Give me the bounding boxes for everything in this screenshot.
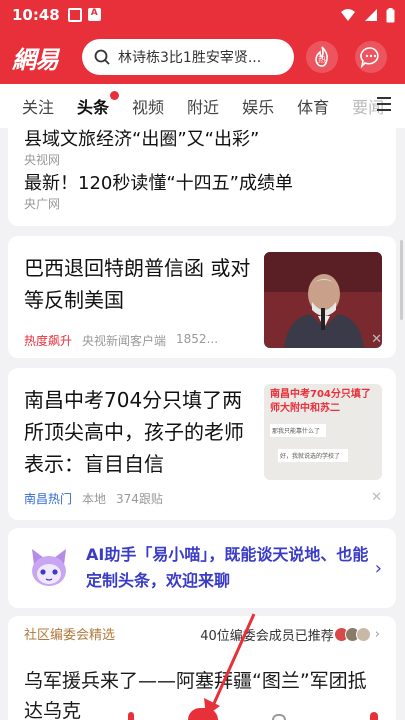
- search-icon: [94, 49, 110, 65]
- news-meta: 热度飙升 央视新闻客户端 1852...: [24, 332, 218, 349]
- news-thumbnail: [264, 252, 382, 348]
- news-count: 1852...: [176, 332, 219, 346]
- notification-icons: A: [67, 8, 101, 22]
- news-meta: 南昌热门 本地 374跟贴: [24, 490, 163, 507]
- tab-follow[interactable]: 关注: [22, 94, 54, 118]
- channel-tabs: 关注 头条 视频 附近 娱乐 体育 要闻: [0, 84, 405, 128]
- top-news-title-2[interactable]: 最新！120秒读懂“十四五”成绩单: [24, 172, 380, 196]
- netease-logo[interactable]: 網易: [12, 40, 76, 75]
- battery-icon: [386, 7, 395, 22]
- nav-profile-icon[interactable]: [272, 714, 286, 720]
- tab-entertainment[interactable]: 娱乐: [242, 94, 274, 118]
- top-news-title-1[interactable]: 县域文旅经济“出圈”又“出彩”: [24, 128, 380, 152]
- top-news-card: 县域文旅经济“出圈”又“出彩” 央视网 最新！120秒读懂“十四五”成绩单 央广…: [8, 124, 396, 226]
- app-header: 網易 林诗栋3比1胜安宰贤... 热: [0, 30, 405, 84]
- tab-nearby[interactable]: 附近: [187, 94, 219, 118]
- channel-menu-icon[interactable]: [377, 97, 391, 115]
- ai-assistant-card[interactable]: AI助手「易小喵」，既能谈天说地、也能定制头条，欢迎来聊 ›: [8, 528, 396, 608]
- news-card-nanchang[interactable]: 南昌中考704分只填了两所顶尖高中，孩子的老师表示：盲目自信 南昌中考704分只…: [8, 368, 396, 520]
- thumb-line-1: 南昌中考704分只填了: [270, 389, 371, 400]
- search-bar[interactable]: 林诗栋3比1胜安宰贤...: [82, 39, 294, 75]
- top-news-source-1: 央视网: [24, 153, 61, 167]
- news-follows: 374跟贴: [116, 492, 163, 506]
- community-label: 社区编委会精选: [24, 628, 116, 643]
- search-hint: 林诗栋3比1胜安宰贤...: [118, 50, 262, 66]
- system-icons: [340, 7, 395, 23]
- speaker-photo: [264, 252, 382, 348]
- member-avatars: [333, 627, 371, 642]
- news-title: 巴西退回特朗普信函 或对等反制美国: [24, 256, 251, 312]
- nav-center-button[interactable]: [188, 708, 218, 720]
- nav-home-icon[interactable]: [128, 712, 134, 720]
- news-location: 本地: [82, 492, 107, 506]
- news-thumbnail: 南昌中考704分只填了 师大附中和苏二 那我只能靠什么了 好，我就说选的学校了: [264, 384, 382, 480]
- top-news-source-2: 央广网: [24, 197, 61, 211]
- notification-square-icon: [67, 8, 82, 22]
- news-card-brazil[interactable]: 巴西退回特朗普信函 或对等反制美国 热度飙升 央视新闻客户端 1852... ✕: [8, 236, 396, 358]
- tab-sports[interactable]: 体育: [297, 94, 329, 118]
- trending-tag: 热度飙升: [24, 334, 73, 348]
- news-title: 南昌中考704分只填了两所顶尖高中，孩子的老师表示：盲目自信: [24, 388, 244, 476]
- dismiss-icon[interactable]: ✕: [371, 332, 382, 347]
- bottom-nav-bar: [0, 708, 405, 720]
- chat-bubble-icon: [360, 47, 379, 68]
- message-button[interactable]: [355, 41, 387, 73]
- thumb-line-2: 师大附中和苏二: [270, 403, 340, 414]
- status-time: 10:48: [12, 6, 60, 24]
- thumb-chat-2: 好，我就说选的学校了: [278, 449, 348, 462]
- signal-icon: [365, 9, 377, 21]
- chevron-right-icon: ›: [374, 557, 382, 579]
- nav-me-icon[interactable]: [370, 712, 378, 720]
- tab-headlines[interactable]: 头条: [77, 91, 120, 118]
- status-bar: 10:48 A: [0, 0, 405, 30]
- hot-label: 热: [318, 55, 326, 64]
- tab-video[interactable]: 视频: [132, 94, 164, 118]
- tab-headlines-label: 头条: [77, 98, 110, 117]
- ai-assistant-text: AI助手「易小喵」，既能谈天说地、也能定制头条，欢迎来聊: [86, 545, 369, 590]
- new-dot: [110, 91, 120, 100]
- scrollbar[interactable]: [400, 240, 403, 320]
- ai-cat-avatar-icon: [26, 545, 72, 591]
- dismiss-icon[interactable]: ✕: [371, 490, 382, 505]
- annotation-arrow: [204, 613, 256, 716]
- notification-a-icon: A: [87, 8, 101, 21]
- wifi-icon: [341, 9, 355, 21]
- hot-list-button[interactable]: 热: [306, 41, 338, 73]
- news-source: 央视新闻客户端: [82, 334, 167, 348]
- chevron-right-icon: ›: [374, 627, 380, 642]
- thumb-chat-1: 那我只能靠什么了: [270, 424, 326, 437]
- avatar: [355, 627, 371, 642]
- local-hot-tag: 南昌热门: [24, 492, 73, 506]
